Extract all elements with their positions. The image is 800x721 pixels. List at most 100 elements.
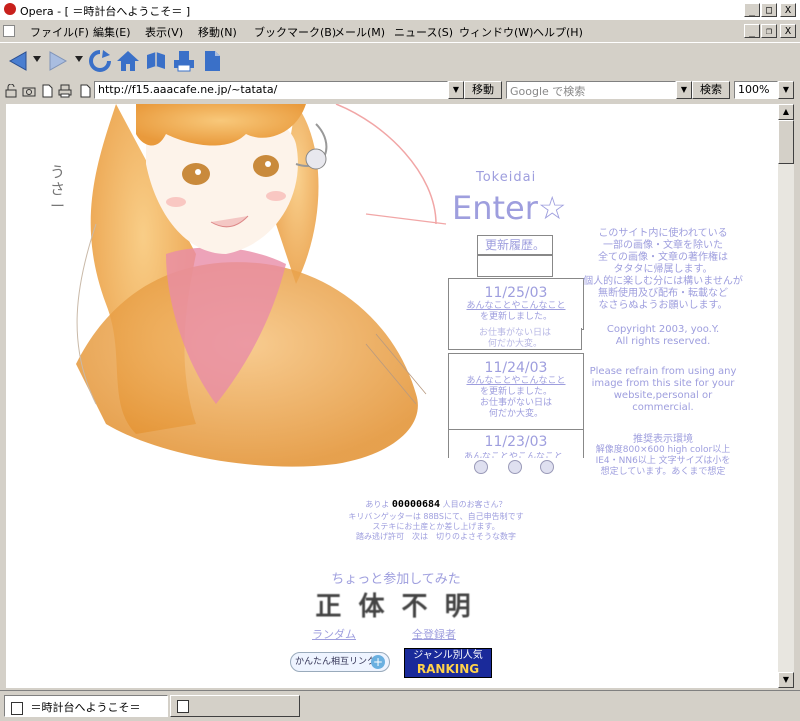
vertical-scrollbar[interactable]: ▲ ▼ [778, 104, 794, 688]
shotai-fumei-banner[interactable]: 正 体 不 明 [300, 586, 490, 623]
close-button[interactable]: X [780, 3, 796, 17]
scroll-down-button[interactable]: ▼ [778, 672, 794, 688]
history-header[interactable]: 更新履歴。 [477, 235, 553, 255]
notice-line: 一部の画像・文章を除いた [603, 240, 723, 251]
news-item: 11/25/03 あんなことやこんなこと を更新しました。 [448, 278, 584, 330]
smiley-icon[interactable] [474, 460, 488, 474]
notice-line: commercial. [632, 402, 694, 413]
page-icon [80, 84, 91, 98]
all-members-link[interactable]: 全登録者 [412, 626, 456, 642]
env-title: 推奨表示環境 [633, 434, 693, 445]
menu-bar: ファイル(F) 編集(E) 表示(V) 移動(N) ブックマーク(B) メール(… [0, 20, 800, 42]
kiriban-notice: キリバンゲッターは 88BSにて、自己申告制です ステキにお土産とか差し上げます… [276, 512, 596, 542]
page-icon [11, 701, 23, 715]
news-date: 11/24/03 [484, 360, 548, 376]
menu-help[interactable]: ヘルプ(H) [533, 24, 583, 40]
menu-bookmarks[interactable]: ブックマーク(B) [254, 24, 336, 40]
search-dropdown-arrow[interactable]: ▼ [676, 81, 692, 99]
search-button[interactable]: 検索 [692, 81, 730, 99]
news-link-cut[interactable]: あんなことやこんなこと [464, 452, 574, 458]
notice-line: このサイト内に使われている [598, 228, 728, 239]
env-line: IE4・NN6以上 文字サイズは小を [595, 456, 731, 466]
notice-line: website,personal or [613, 390, 713, 401]
notice-line: image from this site for your [591, 378, 735, 389]
print-icon[interactable] [172, 49, 196, 73]
maximize-button[interactable]: □ [761, 3, 777, 17]
counter-digits: 00000684 [391, 499, 441, 510]
address-dropdown-arrow[interactable]: ▼ [448, 81, 464, 99]
zoom-field[interactable]: 100% [734, 81, 778, 99]
menu-edit[interactable]: 編集(E) [93, 24, 131, 40]
copyright-notice-ja: このサイト内に使われている 一部の画像・文章を除いた 全ての画像・文章の著作権は… [582, 228, 744, 312]
tokeidai-logo: Tokeidai [476, 170, 537, 185]
minimize-button[interactable]: _ [744, 3, 760, 17]
mutual-link-banner[interactable]: かんたん相互リンク + [290, 652, 390, 672]
back-icon[interactable] [6, 49, 30, 73]
camera-icon[interactable] [22, 84, 36, 98]
recommended-environment: 推奨表示環境 解像度800×600 high color以上 IE4・NN6以上… [582, 434, 744, 478]
menu-view[interactable]: 表示(V) [145, 24, 183, 40]
copyright-text: Copyright 2003, yoo.Y. All rights reserv… [582, 324, 744, 348]
new-page-icon[interactable] [200, 49, 224, 73]
menu-mail[interactable]: メール(M) [334, 24, 385, 40]
zoom-dropdown-arrow[interactable]: ▼ [778, 81, 794, 99]
genre-banner-top: ジャンル別人気 [413, 650, 483, 661]
counter-prefix: ありよ [365, 500, 390, 509]
menu-navigate[interactable]: 移動(N) [198, 24, 237, 40]
random-link[interactable]: ランダム [312, 626, 356, 642]
genre-ranking-banner[interactable]: ジャンル別人気 RANKING [404, 648, 492, 678]
kiri-line: 踏み逃げ許可 次は 切りのよさそうな数字 [356, 532, 516, 541]
news-text: を更新しました。 [479, 387, 552, 397]
menu-file[interactable]: ファイル(F) [30, 24, 89, 40]
kiri-line: キリバンゲッターは 88BSにて、自己申告制です [348, 512, 524, 521]
notice-line: なさらぬようお願いします。 [598, 300, 728, 311]
doc-minimize-button[interactable]: _ [744, 24, 760, 38]
hotlist-icon[interactable] [144, 49, 168, 73]
reload-icon[interactable] [88, 49, 112, 73]
smiley-icon[interactable] [540, 460, 554, 474]
scroll-thumb[interactable] [778, 120, 794, 164]
back-history-icon[interactable] [33, 56, 41, 62]
menu-window[interactable]: ウィンドウ(W) [459, 24, 533, 40]
notice-line: タタタに帰属します。 [613, 264, 713, 275]
doc-close-button[interactable]: X [780, 24, 796, 38]
notice-line: Please refrain from using any [589, 366, 737, 377]
doc-restore-button[interactable]: ❐ [761, 24, 777, 38]
news-text: を更新しました。 [479, 312, 552, 322]
page-tab-active[interactable]: ＝時計台へようこそ＝ [4, 695, 168, 717]
kiri-line: ステキにお土産とか差し上げます。 [372, 522, 500, 531]
forward-history-icon[interactable] [75, 56, 83, 62]
join-label: ちょっと参加してみた [331, 572, 461, 587]
visitor-counter: ありよ 00000684 人目のお客さん？ [276, 500, 596, 510]
address-toolbar: http://f15.aaacafe.ne.jp/~tatata/ ▼ 移動 G… [0, 79, 800, 103]
tab-title: ＝時計台へようこそ＝ [30, 701, 141, 714]
notice-line: 個人的に楽しむ分には構いませんが [583, 276, 743, 287]
counter-suffix: 人目のお客さん？ [442, 500, 507, 509]
smiley-icon[interactable] [508, 460, 522, 474]
mutual-link-text: かんたん相互リンク [295, 657, 377, 667]
go-button[interactable]: 移動 [464, 81, 502, 99]
news-overlap-text: お仕事がない日は [478, 328, 551, 338]
news-overlap-box: お仕事がない日は 何だか大変。 [448, 328, 582, 350]
search-input[interactable]: Google で検索 [506, 81, 676, 99]
lock-icon[interactable] [4, 84, 18, 98]
window-title: Opera - [ ＝時計台へようこそ＝ ] [20, 5, 191, 18]
news-link[interactable]: あんなことやこんなこと [449, 301, 583, 312]
page-info-icon[interactable] [40, 84, 54, 98]
menu-news[interactable]: ニュース(S) [394, 24, 453, 40]
scroll-up-button[interactable]: ▲ [778, 104, 794, 120]
anime-girl-sketch [76, 104, 447, 467]
opera-logo-icon [4, 3, 16, 15]
print-preview-icon[interactable] [58, 84, 72, 98]
address-input[interactable]: http://f15.aaacafe.ne.jp/~tatata/ [94, 81, 448, 99]
page-icon [3, 25, 15, 37]
enter-link[interactable]: Enter☆ [452, 188, 567, 228]
forward-icon[interactable] [46, 49, 70, 73]
home-icon[interactable] [116, 49, 140, 73]
title-bar: Opera - [ ＝時計台へようこそ＝ ] _ □ X [0, 0, 800, 21]
news-text: お仕事がない日は [479, 398, 552, 408]
news-link[interactable]: あんなことやこんなこと [449, 376, 583, 387]
status-bar: ＝時計台へようこそ＝ [0, 690, 800, 721]
copyright-line: All rights reserved. [615, 336, 711, 347]
page-tab-empty[interactable] [170, 695, 300, 717]
